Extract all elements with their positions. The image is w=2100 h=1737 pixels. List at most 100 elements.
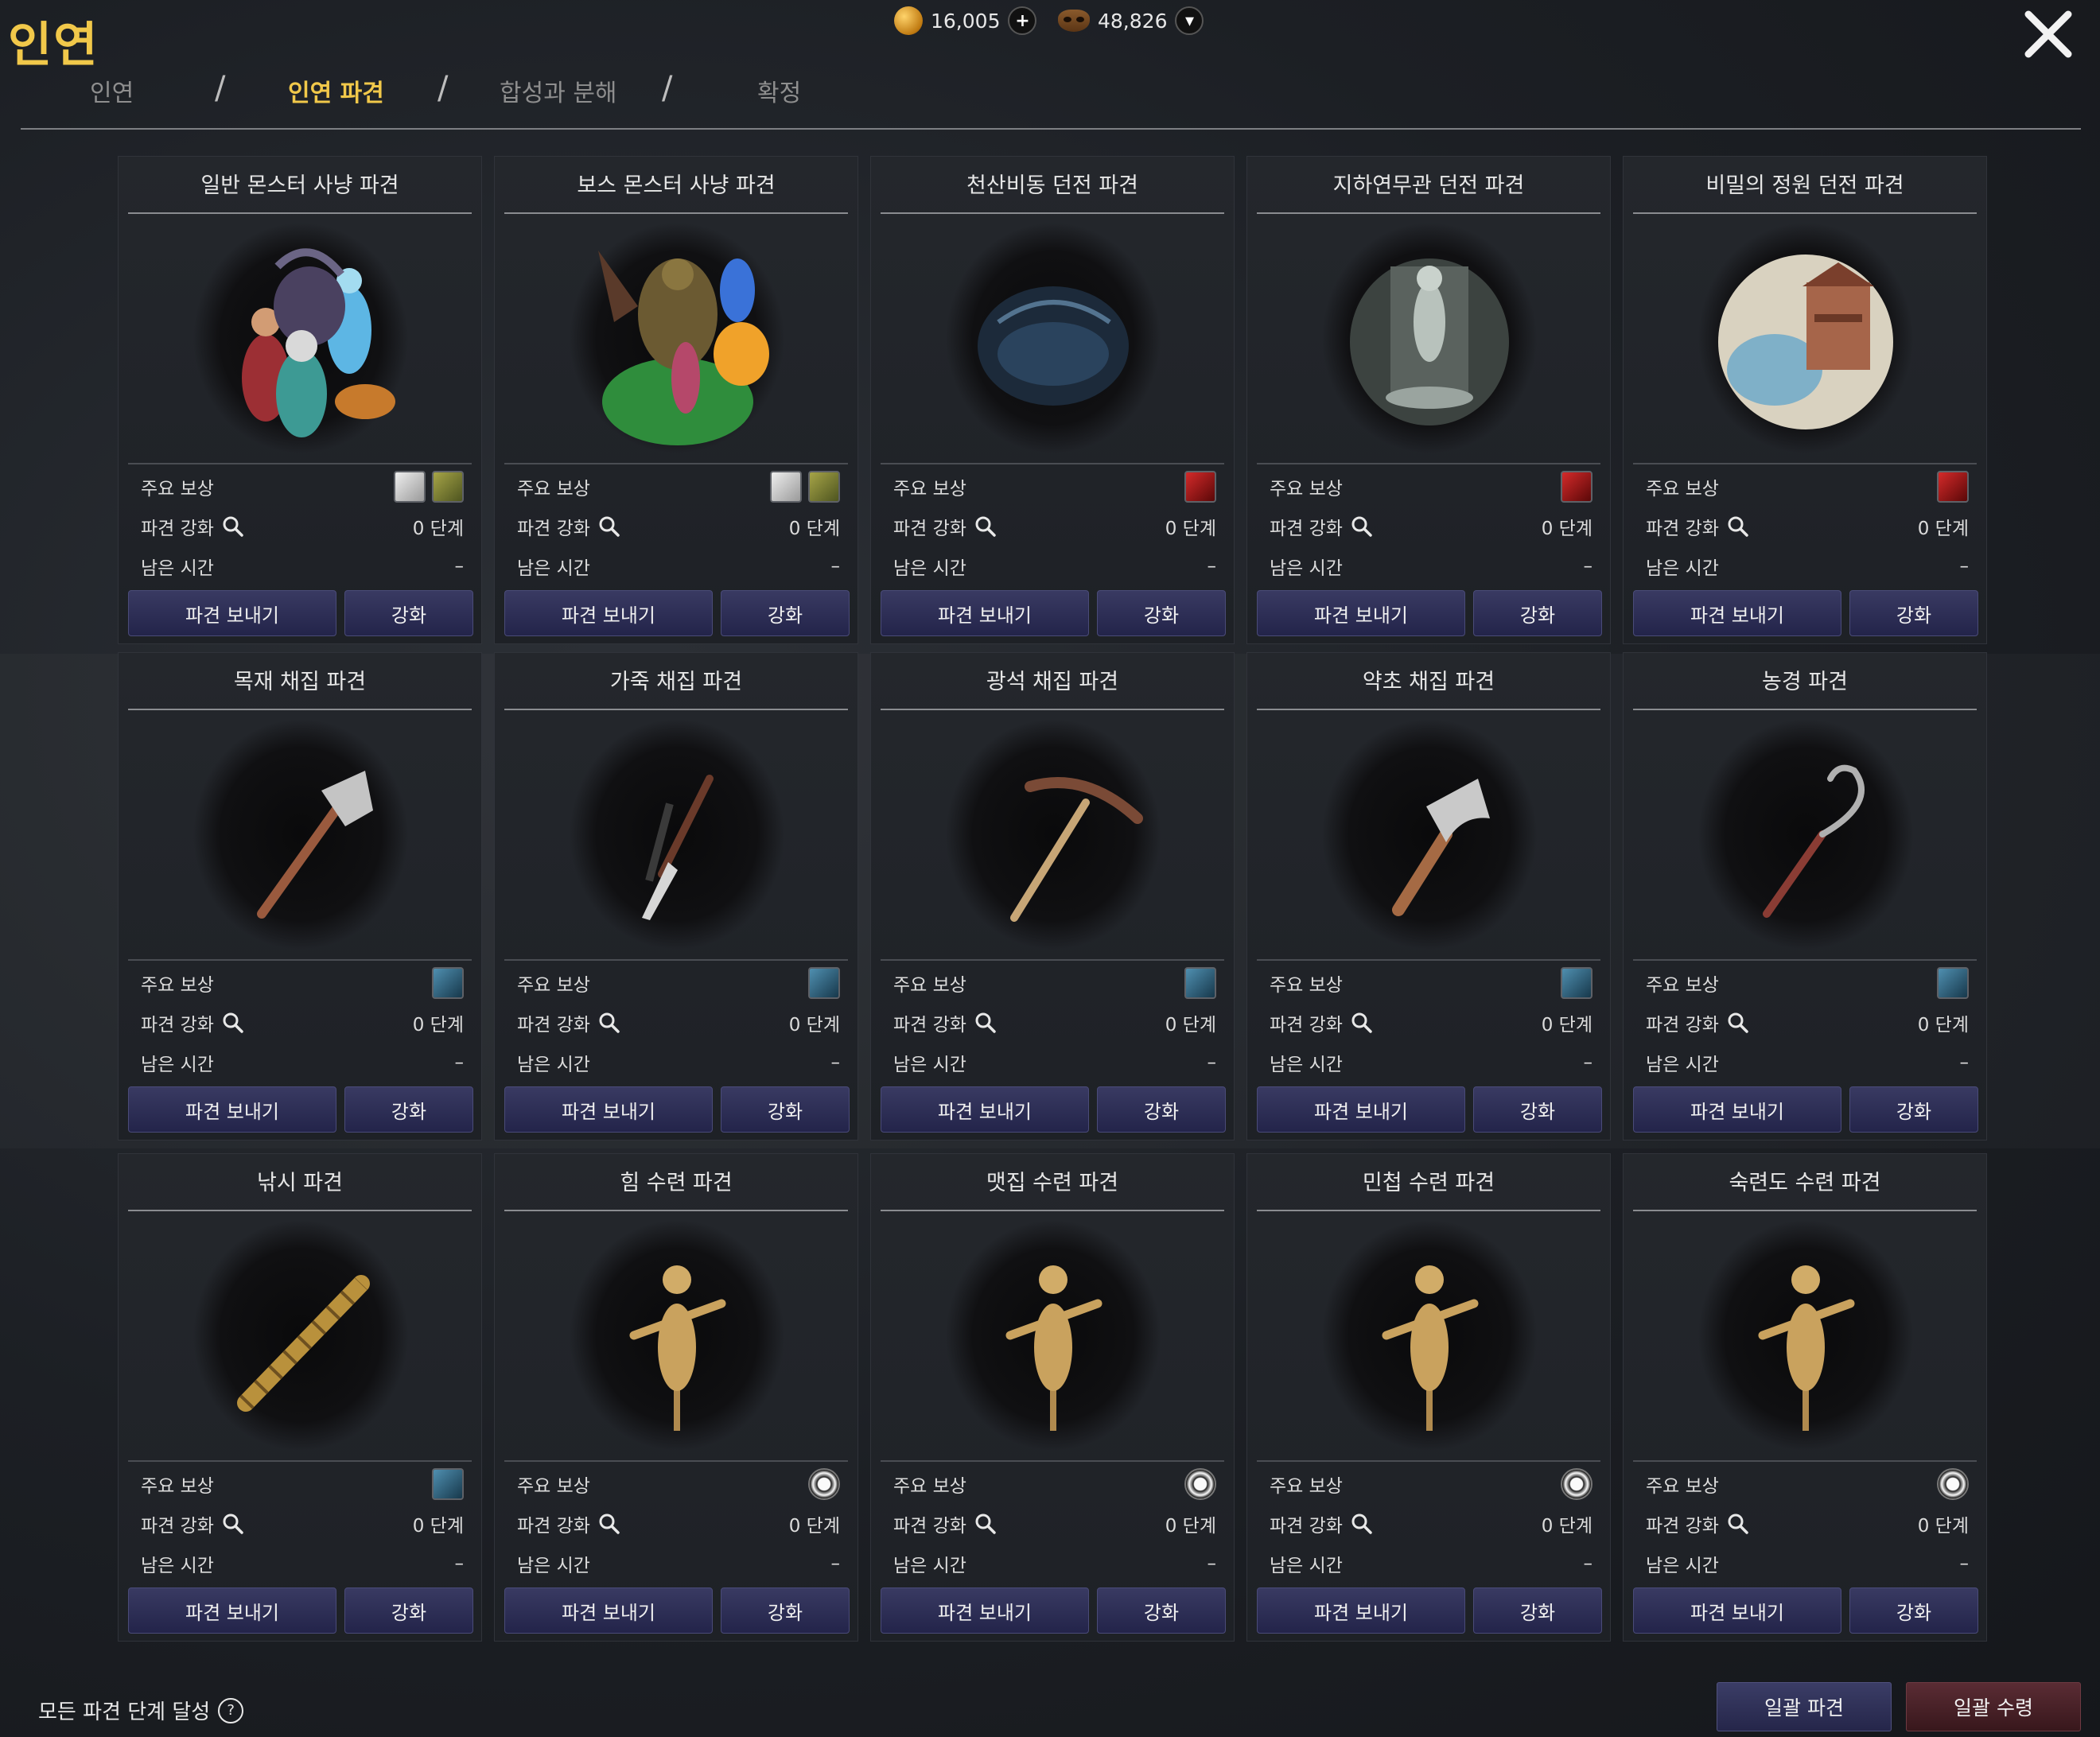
bag-reward-icon[interactable] bbox=[432, 471, 464, 503]
main-reward-label: 주요 보상 bbox=[893, 479, 966, 499]
time-left-value: – bbox=[830, 556, 841, 577]
dispatch-art bbox=[1322, 719, 1537, 950]
enhance-button[interactable]: 강화 bbox=[1849, 1587, 1978, 1634]
book-reward-icon[interactable] bbox=[394, 471, 426, 503]
magnifier-icon[interactable] bbox=[1351, 1513, 1373, 1535]
dispatch-button[interactable]: 파견 보내기 bbox=[1633, 1587, 1841, 1634]
enhance-button[interactable]: 강화 bbox=[1097, 590, 1226, 636]
dispatch-card: 비밀의 정원 던전 파견 주요 보상 파견 강화 0 단계 남은 시간 – 파견… bbox=[1623, 156, 1987, 644]
enhance-button[interactable]: 강화 bbox=[1473, 590, 1602, 636]
enhance-button[interactable]: 강화 bbox=[1097, 1086, 1226, 1133]
dropdown-arrow-icon[interactable]: ▾ bbox=[1175, 6, 1204, 35]
enhance-label: 파견 강화 bbox=[893, 1516, 966, 1537]
enhance-label: 파견 강화 bbox=[1646, 1516, 1719, 1537]
box-reward-icon[interactable] bbox=[432, 967, 464, 999]
dispatch-button[interactable]: 파견 보내기 bbox=[1633, 1086, 1841, 1133]
magnifier-icon[interactable] bbox=[974, 1513, 997, 1535]
card-divider bbox=[504, 1210, 848, 1211]
dispatch-button[interactable]: 파견 보내기 bbox=[881, 1086, 1089, 1133]
bulk-claim-button[interactable]: 일괄 수령 bbox=[1906, 1682, 2081, 1731]
dispatch-button[interactable]: 파견 보내기 bbox=[504, 1587, 713, 1634]
enhance-button[interactable]: 강화 bbox=[1473, 1086, 1602, 1133]
magnifier-icon[interactable] bbox=[1727, 1012, 1749, 1034]
magnifier-icon[interactable] bbox=[598, 1513, 620, 1535]
time-left-row: 남은 시간 – bbox=[1646, 1047, 1969, 1078]
enhance-button[interactable]: 강화 bbox=[1849, 590, 1978, 636]
time-left-row: 남은 시간 – bbox=[1270, 1548, 1592, 1580]
enhance-button[interactable]: 강화 bbox=[721, 590, 850, 636]
tab-inyeon-dispatch[interactable]: 인연 파견 bbox=[288, 73, 384, 108]
dispatch-card: 낚시 파견 주요 보상 파견 강화 0 단계 남은 시간 – 파견 보내기 강화 bbox=[118, 1153, 482, 1642]
magnifier-icon[interactable] bbox=[222, 1513, 244, 1535]
plus-icon[interactable]: + bbox=[1008, 6, 1037, 35]
dispatch-button[interactable]: 파견 보내기 bbox=[881, 590, 1089, 636]
dispatch-button[interactable]: 파견 보내기 bbox=[881, 1587, 1089, 1634]
magnifier-icon[interactable] bbox=[598, 515, 620, 538]
card-divider bbox=[1633, 212, 1977, 214]
emblem-reward-icon[interactable] bbox=[808, 1468, 840, 1500]
magnifier-icon[interactable] bbox=[1351, 1012, 1373, 1034]
dispatch-button[interactable]: 파견 보내기 bbox=[1633, 590, 1841, 636]
emblem-reward-icon[interactable] bbox=[1561, 1468, 1592, 1500]
box-reward-icon[interactable] bbox=[808, 967, 840, 999]
box-reward-icon[interactable] bbox=[1184, 967, 1216, 999]
magnifier-icon[interactable] bbox=[222, 515, 244, 538]
card-title: 낚시 파견 bbox=[257, 1171, 343, 1195]
dispatch-button[interactable]: 파견 보내기 bbox=[1257, 1086, 1465, 1133]
dispatch-button[interactable]: 파견 보내기 bbox=[504, 590, 713, 636]
enhance-row: 파견 강화 0 단계 bbox=[517, 511, 840, 542]
magnifier-icon[interactable] bbox=[598, 1012, 620, 1034]
book-reward-icon[interactable] bbox=[770, 471, 802, 503]
enhance-stage: 0 단계 bbox=[1165, 1516, 1216, 1537]
magnifier-icon[interactable] bbox=[1727, 1513, 1749, 1535]
tab-confirm[interactable]: 확정 bbox=[757, 73, 801, 108]
tab-synthesis[interactable]: 합성과 분해 bbox=[500, 73, 617, 108]
enhance-button[interactable]: 강화 bbox=[1473, 1587, 1602, 1634]
magnifier-icon[interactable] bbox=[974, 515, 997, 538]
chest-reward-icon[interactable] bbox=[1937, 471, 1969, 503]
enhance-label: 파견 강화 bbox=[1270, 1516, 1343, 1537]
tab-inyeon[interactable]: 인연 bbox=[90, 73, 134, 108]
time-left-row: 남은 시간 – bbox=[1646, 1548, 1969, 1580]
box-reward-icon[interactable] bbox=[1937, 967, 1969, 999]
dispatch-button[interactable]: 파견 보내기 bbox=[504, 1086, 713, 1133]
chest-reward-icon[interactable] bbox=[1184, 471, 1216, 503]
main-reward-row: 주요 보상 bbox=[517, 967, 840, 999]
enhance-button[interactable]: 강화 bbox=[1097, 1587, 1226, 1634]
time-left-value: – bbox=[1207, 1052, 1217, 1073]
magnifier-icon[interactable] bbox=[222, 1012, 244, 1034]
magnifier-icon[interactable] bbox=[1727, 515, 1749, 538]
enhance-button[interactable]: 강화 bbox=[344, 1086, 473, 1133]
emblem-reward-icon[interactable] bbox=[1184, 1468, 1216, 1500]
time-left-value: – bbox=[1583, 556, 1593, 577]
time-left-row: 남은 시간 – bbox=[893, 1047, 1216, 1078]
main-reward-row: 주요 보상 bbox=[141, 967, 464, 999]
enhance-button[interactable]: 강화 bbox=[344, 590, 473, 636]
tab-separator: / bbox=[215, 70, 226, 107]
bulk-dispatch-button[interactable]: 일괄 파견 bbox=[1717, 1682, 1892, 1731]
box-reward-icon[interactable] bbox=[432, 1468, 464, 1500]
help-icon[interactable]: ? bbox=[218, 1697, 244, 1723]
enhance-button[interactable]: 강화 bbox=[721, 1587, 850, 1634]
bag-reward-icon[interactable] bbox=[808, 471, 840, 503]
dispatch-button[interactable]: 파견 보내기 bbox=[128, 590, 336, 636]
dispatch-button[interactable]: 파견 보내기 bbox=[128, 1086, 336, 1133]
chest-reward-icon[interactable] bbox=[1561, 471, 1592, 503]
dispatch-art bbox=[570, 1220, 784, 1451]
dispatch-button[interactable]: 파견 보내기 bbox=[1257, 590, 1465, 636]
dispatch-button[interactable]: 파견 보내기 bbox=[1257, 1587, 1465, 1634]
box-reward-icon[interactable] bbox=[1561, 967, 1592, 999]
dispatch-card: 목재 채집 파견 주요 보상 파견 강화 0 단계 남은 시간 – 파견 보내기… bbox=[118, 652, 482, 1141]
enhance-button[interactable]: 강화 bbox=[721, 1086, 850, 1133]
dispatch-art bbox=[946, 719, 1161, 950]
main-reward-label: 주요 보상 bbox=[517, 975, 590, 996]
enhance-button[interactable]: 강화 bbox=[1849, 1086, 1978, 1133]
close-icon[interactable] bbox=[2020, 6, 2076, 62]
reward-icons bbox=[394, 471, 464, 503]
magnifier-icon[interactable] bbox=[974, 1012, 997, 1034]
emblem-reward-icon[interactable] bbox=[1937, 1468, 1969, 1500]
enhance-button[interactable]: 강화 bbox=[344, 1587, 473, 1634]
enhance-stage: 0 단계 bbox=[1165, 1015, 1216, 1036]
magnifier-icon[interactable] bbox=[1351, 515, 1373, 538]
dispatch-button[interactable]: 파견 보내기 bbox=[128, 1587, 336, 1634]
